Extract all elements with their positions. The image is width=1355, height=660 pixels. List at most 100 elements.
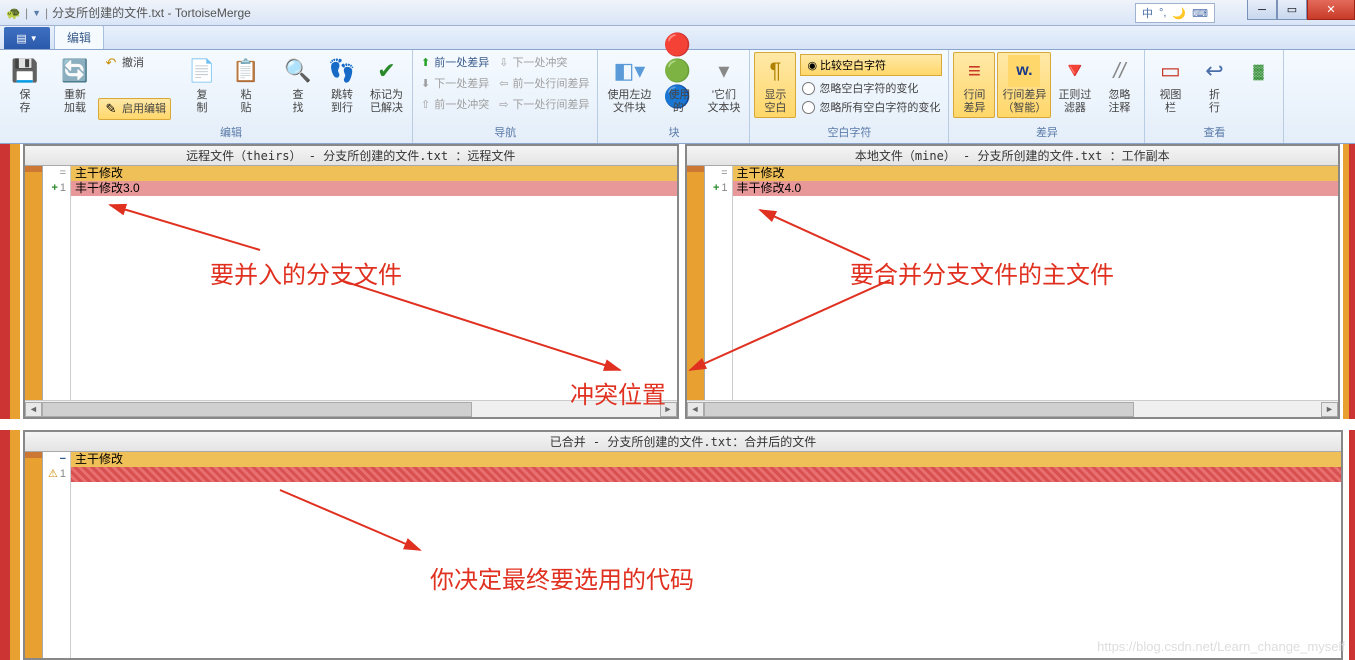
compare-whitespace-button[interactable]: ◉ 比较空白字符 [800,54,942,76]
conflict-line: 丰干修改3.0 [71,181,677,196]
window-buttons: ─ ▭ ✕ [1247,0,1355,20]
up-arrow-icon: ⬆ [421,56,430,69]
ribbon: 💾 保 存 🔄 重新 加载 ↶ 撤消 ✎ 启用编辑 [0,50,1355,144]
next-conflict-button[interactable]: ⇩下一处冲突 [495,52,593,72]
title-bar: 🐢 | ▼ | 分支所创建的文件.txt - TortoiseMerge 中 °… [0,0,1355,26]
use-left-button[interactable]: ◧▾ 使用左边 文件块 [602,52,656,118]
file-menu-icon: ▤ [16,32,26,45]
inline-diff-icon: ≡ [958,55,990,87]
ribbon-group-block: ◧▾ 使用左边 文件块 🔴🟢🔵 使用 的' ▾ '它们 文本块 块 [598,50,750,143]
find-button[interactable]: 🔍 查 找 [277,52,319,118]
wrap-button[interactable]: ↩ 折 行 [1193,52,1235,118]
comment-slash-icon: // [1103,55,1135,87]
group-label-view: 查看 [1149,123,1279,141]
up-arrow-icon: ⇧ [421,98,430,111]
inline-diff-word-button[interactable]: w. 行间差异 （智能） [997,52,1051,118]
undo-button[interactable]: ↶ 撤消 [98,52,171,74]
theirs-pane-header: 远程文件（theirs） - 分支所创建的文件.txt ：远程文件 [25,146,677,166]
reload-button[interactable]: 🔄 重新 加载 [54,52,96,118]
radio-icon [802,101,815,114]
title-appname: TortoiseMerge [175,6,251,20]
mine-hscroll[interactable]: ◄ ► [687,400,1339,417]
merged-content[interactable]: 主干修改 [71,452,1341,658]
outer-gutter-left [0,144,10,419]
copy-icon: 📄 [186,55,218,87]
inline-diff-button[interactable]: ≡ 行间 差异 [953,52,995,118]
close-button[interactable]: ✕ [1307,0,1355,20]
group-label-edit: 编辑 [54,123,408,141]
mine-line-numbers: = +1 [705,166,733,400]
qat-dropdown-icon[interactable]: ▼ [32,8,41,18]
use-text-button[interactable]: ▾ '它们 文本块 [702,52,745,118]
view-bar-button[interactable]: ▭ 视图 栏 [1149,52,1191,118]
radio-on-icon: ◉ [807,59,817,72]
radio-icon [802,82,815,95]
ignore-ws-change-radio[interactable]: 忽略空白字符的变化 [798,79,944,97]
scroll-left-button[interactable]: ◄ [687,402,704,417]
use-theirs-button[interactable]: 🔴🟢🔵 使用 的' [658,52,700,118]
plus-icon: + [713,181,719,196]
wrap-icon: ↩ [1198,55,1230,87]
save-button[interactable]: 💾 保 存 [4,52,46,118]
merged-pane: 已合并 - 分支所创建的文件.txt：合并后的文件 − ⚠1 主干修改 [23,430,1343,660]
equals-icon: = [721,166,727,181]
theirs-content[interactable]: 主干修改 丰干修改3.0 [71,166,677,400]
enable-edit-button[interactable]: ✎ 启用编辑 [98,98,171,120]
reload-icon: 🔄 [59,55,91,87]
down-arrow-icon: ⬇ [421,77,430,90]
line-number: 1 [721,181,727,196]
scroll-thumb[interactable] [704,402,1134,417]
show-whitespace-button[interactable]: ¶ 显示 空白 [754,52,796,118]
goto-button[interactable]: 👣 跳转 到行 [321,52,363,118]
outer-gutter-right [1349,144,1355,419]
prev-diff-button[interactable]: ⬆前一处差异 [417,52,493,72]
context-line: 主干修改 [71,452,1341,467]
mark-resolved-button[interactable]: ✔ 标记为 已解决 [365,52,408,118]
tab-edit[interactable]: 编辑 [54,25,104,49]
mine-content[interactable]: 主干修改 丰干修改4.0 [733,166,1339,400]
left-arrow-icon: ⇦ [499,77,508,90]
ime-lang: 中 [1142,5,1153,21]
ignore-all-ws-radio[interactable]: 忽略所有空白字符的变化 [798,98,944,116]
scroll-right-button[interactable]: ► [1321,402,1338,417]
save-icon: 💾 [9,55,41,87]
ribbon-group-ws: ¶ 显示 空白 ◉ 比较空白字符 忽略空白字符的变化 忽略所有空白字符的变化 空… [750,50,949,143]
outer-gutter-left-b [0,430,10,660]
theirs-locator[interactable] [25,166,43,400]
prev-conflict-button[interactable]: ⇧前一处冲突 [417,94,493,114]
ime-comma-icon: °, [1159,7,1166,19]
minimize-button[interactable]: ─ [1247,0,1277,20]
ignore-comments-button[interactable]: // 忽略 注释 [1098,52,1140,118]
next-inline-button[interactable]: ⇨下一处行间差异 [495,94,593,114]
group-label-block: 块 [602,123,745,141]
merged-locator[interactable] [25,452,43,658]
top-panes: 远程文件（theirs） - 分支所创建的文件.txt ：远程文件 = +1 主… [0,144,1355,419]
title-filename: 分支所创建的文件.txt [52,4,164,21]
mine-locator[interactable] [687,166,705,400]
group-label-diff: 差异 [953,123,1140,141]
collapse-ribbon-button[interactable]: ▓ [1237,52,1279,90]
watermark: https://blog.csdn.net/Learn_change_mysel… [1097,639,1345,654]
regex-filter-button[interactable]: 🔻 正则过 滤器 [1053,52,1096,118]
next-diff-button[interactable]: ⬇下一处差异 [417,73,493,93]
theirs-hscroll[interactable]: ◄ ► [25,400,677,417]
plus-icon: + [51,181,57,196]
scroll-thumb[interactable] [42,402,472,417]
right-arrow-icon: ⇨ [499,98,508,111]
merged-line-numbers: − ⚠1 [43,452,71,658]
undo-icon: ↶ [103,55,119,71]
app-icon: 🐢 [6,6,21,20]
collapse-icon: ▓ [1242,55,1274,87]
context-line: 主干修改 [71,166,677,181]
ime-moon-icon: 🌙 [1172,7,1186,20]
maximize-button[interactable]: ▭ [1277,0,1307,20]
prev-inline-button[interactable]: ⇦前一处行间差异 [495,73,593,93]
line-number: 1 [60,467,66,482]
scroll-right-button[interactable]: ► [660,402,677,417]
copy-button[interactable]: 📄 复 制 [181,52,223,118]
ime-indicator[interactable]: 中 °, 🌙 ⌨ [1135,3,1215,23]
paste-button[interactable]: 📋 粘 贴 [225,52,267,118]
inline-diff-word-icon: w. [1008,55,1040,87]
scroll-left-button[interactable]: ◄ [25,402,42,417]
file-menu-button[interactable]: ▤ ▼ [4,27,50,49]
